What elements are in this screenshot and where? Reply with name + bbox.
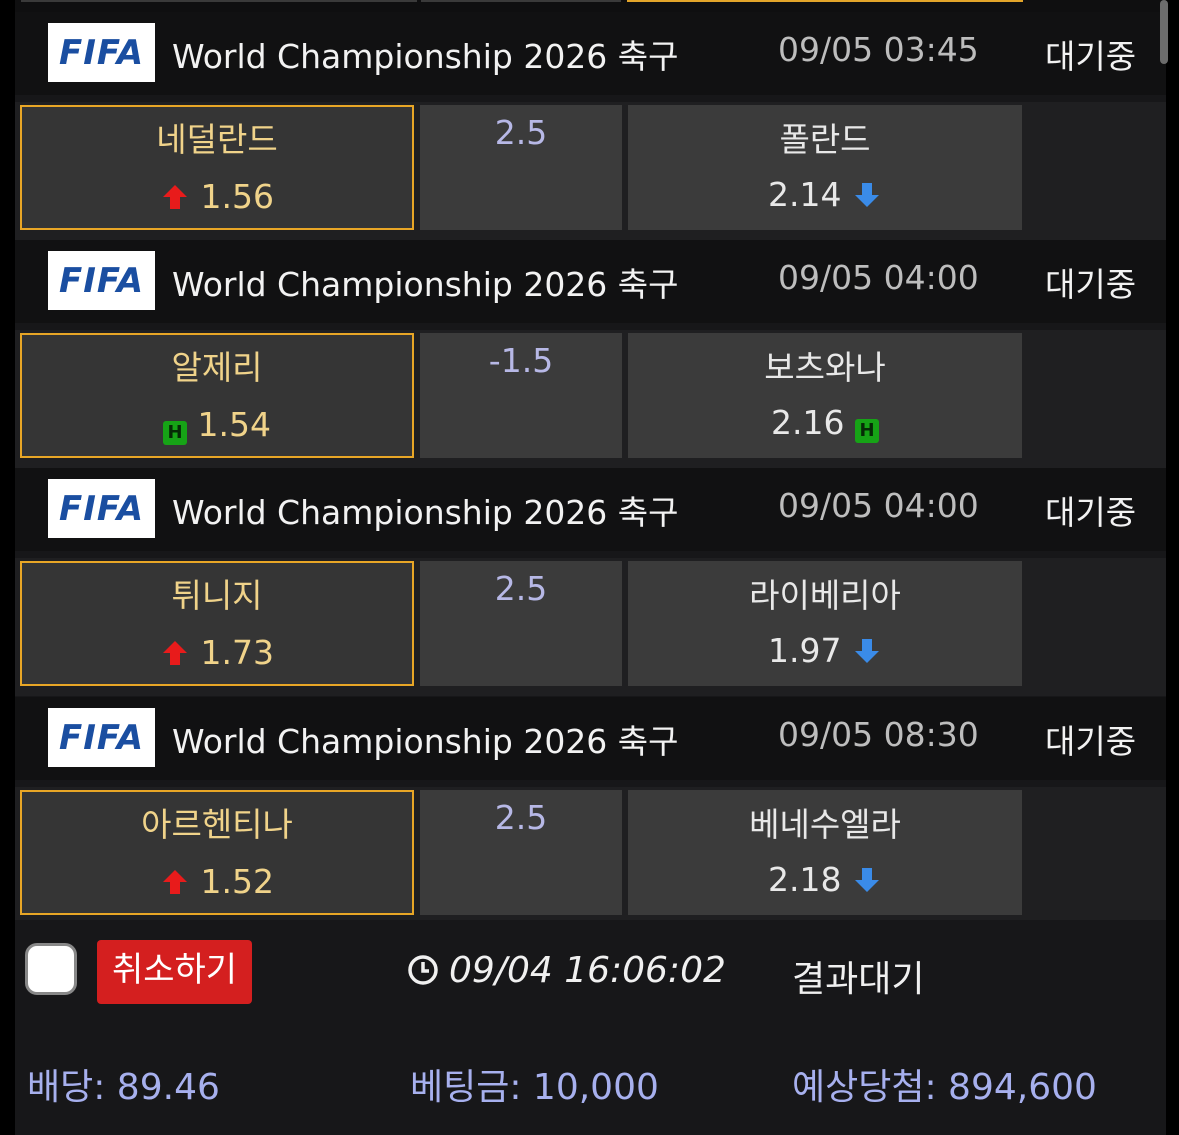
home-team-odd-button[interactable]: 아르헨티나 1.52 [20,790,414,915]
handicap-line: 2.5 [420,105,622,230]
total-odds: 배당: 89.46 [27,1067,220,1108]
league-name: World Championship 2026 축구 [172,265,679,304]
home-team-odd: 1.52 [200,862,274,901]
match-row: FIFA World Championship 2026 축구 09/05 04… [15,240,1166,468]
fifa-logo: FIFA [48,479,155,538]
odds-row: 알제리 H 1.54 -1.5 보츠와나 2.16 H [15,330,1166,468]
arrow-up-icon [163,870,187,894]
home-team-odd: 1.73 [200,633,274,672]
league-name: World Championship 2026 축구 [172,722,679,761]
fifa-logo: FIFA [48,251,155,310]
away-team-odd: 2.18 [768,860,842,899]
match-time: 09/05 08:30 [778,715,979,754]
away-team-odd: 2.14 [768,175,842,214]
away-team-odd: 1.97 [768,631,842,670]
match-header: FIFA World Championship 2026 축구 09/05 04… [15,240,1166,323]
cancel-bet-button[interactable]: 취소하기 [97,940,252,1004]
scrollbar-thumb[interactable] [1160,0,1168,64]
fifa-logo: FIFA [48,23,155,82]
home-team-odd-button[interactable]: 튀니지 1.73 [20,561,414,686]
match-status: 대기중 [1045,493,1137,532]
home-team-name: 네덜란드 [156,120,278,159]
home-team-odd-button[interactable]: 네덜란드 1.56 [20,105,414,230]
match-row: FIFA World Championship 2026 축구 09/05 08… [15,697,1166,925]
away-team-name: 라이베리아 [749,576,901,615]
league-name: World Championship 2026 축구 [172,37,679,76]
match-time: 09/05 03:45 [778,30,979,69]
arrow-down-icon [854,639,879,663]
result-status: 결과대기 [792,959,925,1000]
away-team-odd-button[interactable]: 베네수엘라 2.18 [628,790,1022,915]
match-time: 09/05 04:00 [778,258,979,297]
expected-winnings: 예상당첨: 894,600 [792,1067,1097,1108]
away-team-odd: 2.16 [771,403,845,442]
home-team-odd: 1.54 [197,405,271,444]
handicap-line: 2.5 [420,561,622,686]
away-team-name: 베네수엘라 [749,805,901,844]
match-row: FIFA World Championship 2026 축구 09/05 03… [15,12,1166,240]
previous-row-edge [15,0,1166,12]
handicap-badge-icon: H [854,419,879,443]
handicap-value: 2.5 [494,569,548,608]
match-status: 대기중 [1045,37,1137,76]
bet-amount: 베팅금: 10,000 [410,1067,659,1108]
arrow-down-icon [854,183,879,207]
home-team-name: 알제리 [171,348,263,387]
bet-slip-panel: FIFA World Championship 2026 축구 09/05 03… [15,0,1166,1135]
handicap-value: -1.5 [488,341,554,380]
match-row: FIFA World Championship 2026 축구 09/05 04… [15,468,1166,696]
fifa-logo: FIFA [48,708,155,767]
match-header: FIFA World Championship 2026 축구 09/05 08… [15,697,1166,780]
away-team-name: 보츠와나 [764,348,886,387]
odds-row: 튀니지 1.73 2.5 라이베리아 1.97 [15,558,1166,696]
select-bet-checkbox[interactable] [25,943,77,995]
handicap-value: 2.5 [494,113,548,152]
arrow-down-icon [854,868,879,892]
arrow-up-icon [163,641,187,665]
home-team-odd-button[interactable]: 알제리 H 1.54 [20,333,414,458]
arrow-up-icon [163,185,187,209]
bet-time-text: 09/04 16:06:02 [449,950,726,991]
away-team-odd-button[interactable]: 라이베리아 1.97 [628,561,1022,686]
home-team-name: 아르헨티나 [141,805,293,844]
match-header: FIFA World Championship 2026 축구 09/05 04… [15,468,1166,551]
home-team-odd: 1.56 [200,177,274,216]
bet-summary-footer: 취소하기 09/04 16:06:02 결과대기 배당: 89.46 베팅금: … [15,920,1166,1135]
away-team-odd-button[interactable]: 폴란드 2.14 [628,105,1022,230]
match-header: FIFA World Championship 2026 축구 09/05 03… [15,12,1166,95]
handicap-line: -1.5 [420,333,622,458]
league-name: World Championship 2026 축구 [172,493,679,532]
match-status: 대기중 [1045,265,1137,304]
home-team-name: 튀니지 [171,576,263,615]
match-status: 대기중 [1045,722,1137,761]
odds-row: 아르헨티나 1.52 2.5 베네수엘라 2.18 [15,787,1166,925]
match-time: 09/05 04:00 [778,486,979,525]
away-team-odd-button[interactable]: 보츠와나 2.16 H [628,333,1022,458]
odds-row: 네덜란드 1.56 2.5 폴란드 2.14 [15,102,1166,240]
away-team-name: 폴란드 [779,120,871,159]
clock-icon [408,955,438,985]
handicap-value: 2.5 [494,798,548,837]
handicap-line: 2.5 [420,790,622,915]
handicap-badge-icon: H [163,421,187,445]
